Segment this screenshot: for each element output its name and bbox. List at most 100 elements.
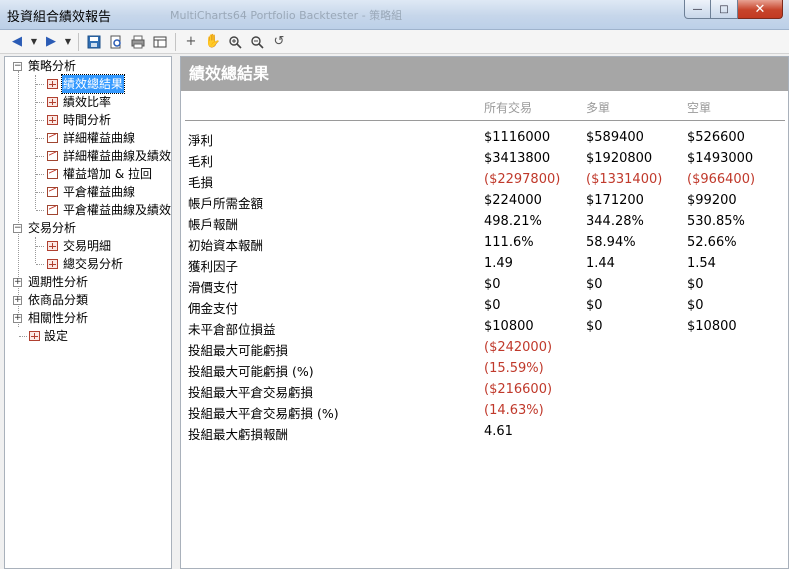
column-header-long: 多單 <box>586 101 611 115</box>
value-cell: ($1331400) <box>586 172 663 187</box>
title-bar: 投資組合績效報告 MultiCharts64 Portfolio Backtes… <box>0 0 789 30</box>
window-controls: — □ ✕ <box>684 0 783 19</box>
value-cell: $0 <box>586 277 603 292</box>
row-label: 初始資本報酬 <box>188 238 264 253</box>
value-cell: ($966400) <box>687 172 756 187</box>
value-cell: (14.63%) <box>484 403 544 418</box>
row-label: 帳戶所需金額 <box>188 196 264 211</box>
value-cell: 498.21% <box>484 214 542 229</box>
grid-report-icon <box>47 97 58 107</box>
print-icon[interactable] <box>127 32 149 52</box>
tree-connector <box>36 246 44 247</box>
zoom-in-icon[interactable] <box>224 32 246 52</box>
tree-node-label: 週期性分析 <box>28 275 89 289</box>
chart-report-icon <box>47 205 58 215</box>
dropdown-icon[interactable]: ▼ <box>28 32 40 52</box>
expand-icon[interactable]: + <box>13 296 22 305</box>
toolbar: ◀ ▼ ▶ ▼ + ✋ ↺ <box>0 30 789 54</box>
value-cell: $1493000 <box>687 151 754 166</box>
value-cell: ($242000) <box>484 340 553 355</box>
row-label: 毛利 <box>188 154 214 169</box>
tree-node-label: 詳細權益曲線及績效: <box>63 149 172 163</box>
expand-icon[interactable]: + <box>13 278 22 287</box>
value-cell: (15.59%) <box>484 361 544 376</box>
row-label: 滑價支付 <box>188 280 239 295</box>
minimize-icon: — <box>692 3 703 15</box>
tree-node-label: 權益增加 & 拉回 <box>63 167 152 181</box>
tree-node-label: 總交易分析 <box>63 257 124 271</box>
value-cell: 1.44 <box>586 256 615 271</box>
window-title: 投資組合績效報告 <box>7 10 112 25</box>
grid-report-icon <box>47 79 58 89</box>
grid-report-icon <box>29 331 40 341</box>
close-button[interactable]: ✕ <box>738 0 783 19</box>
close-icon: ✕ <box>754 1 766 17</box>
value-cell: $0 <box>586 319 603 334</box>
chart-report-icon <box>47 133 58 143</box>
minimize-button[interactable]: — <box>684 0 711 19</box>
value-cell: $0 <box>484 298 501 313</box>
back-arrow-icon[interactable]: ◀ <box>6 32 28 52</box>
value-cell: 111.6% <box>484 235 534 250</box>
tree-node-label: 策略分析 <box>28 59 77 73</box>
tree-node-label: 交易明細 <box>63 239 112 253</box>
value-cell: $224000 <box>484 193 542 208</box>
value-cell: ($216600) <box>484 382 553 397</box>
background-window-title: MultiCharts64 Portfolio Backtester - 策略組 <box>170 9 403 22</box>
toolbar-separator <box>78 32 79 51</box>
report-navigation-tree: − 策略分析 績效總結果 績效比率 時間分析 詳細權益曲線 詳細權益曲線及績效:… <box>4 56 172 569</box>
save-icon[interactable] <box>83 32 105 52</box>
hand-pan-icon[interactable]: ✋ <box>202 32 224 52</box>
splitter[interactable] <box>174 56 177 569</box>
tree-connector <box>19 336 27 337</box>
row-label: 投組最大可能虧損 <box>188 343 289 358</box>
column-header-short: 空單 <box>687 101 712 115</box>
crosshair-icon[interactable]: + <box>180 32 202 52</box>
zoom-out-icon[interactable] <box>246 32 268 52</box>
value-cell: $1116000 <box>484 130 551 145</box>
maximize-button[interactable]: □ <box>711 0 738 19</box>
reset-zoom-icon[interactable]: ↺ <box>268 32 290 52</box>
tree-connector <box>18 71 19 327</box>
tree-connector <box>36 120 44 121</box>
maximize-icon: □ <box>719 3 729 15</box>
row-label: 未平倉部位損益 <box>188 322 276 337</box>
tree-node-label: 時間分析 <box>63 113 112 127</box>
value-cell: $10800 <box>687 319 737 334</box>
tree-connector <box>36 84 44 85</box>
column-header-all-trades: 所有交易 <box>484 101 533 115</box>
grid-report-icon <box>47 259 58 269</box>
collapse-icon[interactable]: − <box>13 224 22 233</box>
row-label: 帳戶報酬 <box>188 217 239 232</box>
tree-connector <box>36 156 44 157</box>
row-label: 獲利因子 <box>188 259 239 274</box>
row-label: 投組最大虧損報酬 <box>188 427 289 442</box>
tree-connector <box>35 75 36 209</box>
dropdown-icon[interactable]: ▼ <box>62 32 74 52</box>
value-cell: ($2297800) <box>484 172 561 187</box>
tree-connector <box>36 174 44 175</box>
value-cell: 1.54 <box>687 256 716 271</box>
grid-report-icon <box>47 115 58 125</box>
tree-node-label: 依商品分類 <box>28 293 89 307</box>
tree-connector <box>36 102 44 103</box>
value-cell: $1920800 <box>586 151 653 166</box>
tree-node-label: 平倉權益曲線 <box>63 185 136 199</box>
report-title: 績效總結果 <box>181 57 788 91</box>
value-cell: $589400 <box>586 130 644 145</box>
row-label: 投組最大平倉交易虧損 (%) <box>188 406 339 421</box>
chart-report-icon <box>47 187 58 197</box>
table-view-icon[interactable] <box>149 32 171 52</box>
print-preview-icon[interactable] <box>105 32 127 52</box>
tree-connector <box>35 237 36 263</box>
grid-report-icon <box>47 241 58 251</box>
value-cell: 530.85% <box>687 214 745 229</box>
expand-icon[interactable]: + <box>13 314 22 323</box>
collapse-icon[interactable]: − <box>13 62 22 71</box>
value-cell: 58.94% <box>586 235 636 250</box>
tree-connector <box>36 210 44 211</box>
forward-arrow-icon[interactable]: ▶ <box>40 32 62 52</box>
chart-report-icon <box>47 151 58 161</box>
value-cell: $99200 <box>687 193 737 208</box>
value-cell: 1.49 <box>484 256 513 271</box>
